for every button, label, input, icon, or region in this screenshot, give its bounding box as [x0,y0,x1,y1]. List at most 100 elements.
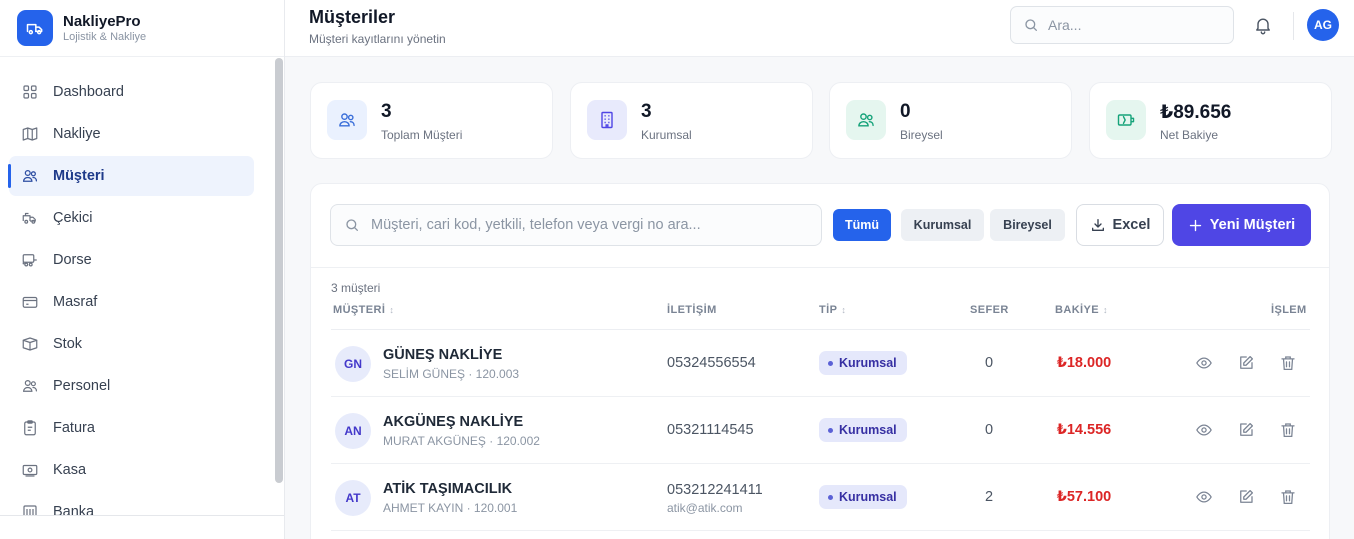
receipt-icon [21,293,39,311]
users-icon [21,377,39,395]
stat-value: ₺89.656 [1160,102,1232,123]
user-avatar[interactable]: AG [1307,9,1339,41]
edit-icon[interactable] [1237,421,1255,439]
customer-search[interactable] [330,204,822,246]
brand[interactable]: NakliyePro Lojistik & Nakliye [0,0,284,57]
column-header-balance[interactable]: BAKİYE ↕ [1055,304,1108,316]
sidebar-footer [0,515,284,539]
sidebar-item-label: Kasa [53,462,87,478]
customer-contact-person: MURAT AKGÜNEŞ · 120.002 [383,434,540,448]
truck-icon [21,209,39,227]
table-row[interactable]: GN GÜNEŞ NAKLİYE SELİM GÜNEŞ · 120.003 0… [331,330,1310,397]
page-subtitle: Müşteri kayıtlarını yönetin [309,32,446,46]
sidebar-item-label: Personel [53,378,111,394]
table-row[interactable]: AT ATİK TAŞIMACILIK AHMET KAYIN · 120.00… [331,464,1310,531]
topbar-divider [1293,12,1294,40]
sidebar-item-stok[interactable]: Stok [9,324,254,364]
sidebar-item-personel[interactable]: Personel [9,366,254,406]
sidebar-nav: Dashboard Nakliye Müşteri Çekici Dorse M… [0,72,275,534]
stat-value: 3 [381,101,392,122]
customer-name[interactable]: AKGÜNEŞ NAKLİYE [383,414,523,430]
global-search[interactable] [1010,6,1234,44]
sidebar-item-nakliye[interactable]: Nakliye [9,114,254,154]
edit-icon[interactable] [1237,354,1255,372]
trailer-icon [21,251,39,269]
customers-panel: Tümü Kurumsal Bireysel Excel Yeni Müşter… [310,183,1330,539]
trash-icon[interactable] [1279,421,1297,439]
column-header-customer[interactable]: MÜŞTERİ ↕ [333,304,394,316]
panel-divider [311,267,1329,268]
sort-icon: ↕ [389,305,395,315]
customer-phone: 053212241411 [667,482,763,498]
global-search-input[interactable] [1048,17,1218,33]
filter-chip-individual[interactable]: Bireysel [990,209,1065,241]
type-label: Kurumsal [839,490,897,504]
sidebar-item-label: Masraf [53,294,98,310]
sidebar-item-dashboard[interactable]: Dashboard [9,72,254,112]
customer-phone: 05324556554 [667,355,756,371]
customer-search-input[interactable] [371,217,811,233]
sidebar-item-dorse[interactable]: Dorse [9,240,254,280]
stat-label: Bireysel [900,128,943,142]
stat-value: 0 [900,101,911,122]
customer-name[interactable]: GÜNEŞ NAKLİYE [383,347,502,363]
column-label: İLETİŞİM [667,304,717,316]
column-header-action: İŞLEM [1271,304,1307,316]
clipboard-icon [21,419,39,437]
column-header-trips: SEFER [970,304,1009,316]
type-badge: Kurumsal [819,485,907,509]
eye-icon[interactable] [1195,354,1213,372]
filter-chip-corporate[interactable]: Kurumsal [901,209,984,241]
trash-icon[interactable] [1279,488,1297,506]
column-label: TİP [819,304,838,316]
cash-icon [21,461,39,479]
stat-card-individual: 0 Bireysel [829,82,1072,159]
trip-count: 2 [984,489,994,505]
customer-name[interactable]: ATİK TAŞIMACILIK [383,481,512,497]
eye-icon[interactable] [1195,421,1213,439]
eye-icon[interactable] [1195,488,1213,506]
download-icon [1090,217,1113,233]
search-icon [344,217,360,233]
users-icon [327,100,367,140]
map-icon [21,125,39,143]
badge-dot [828,494,833,500]
new-customer-button[interactable]: Yeni Müşteri [1172,204,1311,246]
balance-value: ₺57.100 [1056,489,1112,505]
sidebar-item-fatura[interactable]: Fatura [9,408,254,448]
topbar: Müşteriler Müşteri kayıtlarını yönetin A… [285,0,1354,57]
truck-icon [17,10,53,46]
customer-contact-person: SELİM GÜNEŞ · 120.003 [383,367,520,381]
sidebar-item-cekici[interactable]: Çekici [9,198,254,238]
balance-value: ₺14.556 [1056,422,1112,438]
sidebar: NakliyePro Lojistik & Nakliye Dashboard … [0,0,285,539]
trash-icon[interactable] [1279,354,1297,372]
type-label: Kurumsal [839,356,897,370]
customer-phone: 05321114545 [667,422,754,438]
sidebar-item-kasa[interactable]: Kasa [9,450,254,490]
bell-icon[interactable] [1253,15,1273,35]
column-label: MÜŞTERİ [333,304,386,316]
brand-subtitle: Lojistik & Nakliye [63,30,147,43]
stat-label: Toplam Müşteri [381,128,463,142]
type-label: Kurumsal [839,423,897,437]
trip-count: 0 [984,355,994,371]
sidebar-scrollbar[interactable] [275,58,283,483]
brand-name: NakliyePro [63,12,141,30]
customer-email[interactable]: atik@atik.com [667,501,743,515]
sidebar-item-label: Müşteri [53,168,105,184]
customer-avatar: AN [335,413,371,449]
trip-count: 0 [984,422,994,438]
customer-avatar: GN [335,346,371,382]
edit-icon[interactable] [1237,488,1255,506]
column-header-contact: İLETİŞİM [667,304,717,316]
sidebar-item-label: Dorse [53,252,92,268]
column-header-type[interactable]: TİP ↕ [819,304,846,316]
sidebar-item-musteri[interactable]: Müşteri [8,156,254,196]
excel-export-button[interactable]: Excel [1076,204,1164,246]
sidebar-item-masraf[interactable]: Masraf [9,282,254,322]
stat-card-corporate: 3 Kurumsal [570,82,813,159]
table-row[interactable]: AN AKGÜNEŞ NAKLİYE MURAT AKGÜNEŞ · 120.0… [331,397,1310,464]
filter-chip-all[interactable]: Tümü [833,209,891,241]
type-badge: Kurumsal [819,418,907,442]
